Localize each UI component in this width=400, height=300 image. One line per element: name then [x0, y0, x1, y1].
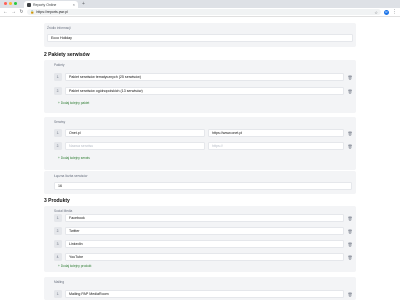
list-item: 1. Onet.pl https://www.onet.pl 🗑	[54, 129, 353, 137]
list-item: 3. LinkedIn 🗑	[54, 240, 353, 248]
list-item: 2. Pakiet serwisów ogólnopolskich (13 se…	[54, 87, 353, 95]
item-number: 1.	[54, 129, 62, 137]
back-icon[interactable]: ←	[3, 9, 8, 15]
lock-icon: 🔒	[30, 10, 35, 14]
source-input[interactable]: Ecco Holiday	[47, 34, 353, 42]
item-number: 1.	[54, 290, 62, 298]
package-input[interactable]: Pakiet serwisów tematycznych (25 serwisó…	[65, 73, 344, 81]
trash-icon[interactable]: 🗑	[347, 216, 353, 221]
product-input[interactable]: LinkedIn	[65, 240, 344, 248]
package-input[interactable]: Pakiet serwisów ogólnopolskich (13 serwi…	[65, 87, 344, 95]
trash-icon[interactable]: 🗑	[347, 131, 353, 136]
list-item: 4. YouTube 🗑	[54, 253, 353, 261]
source-label: Źródło informacji	[47, 26, 71, 30]
item-number: 1.	[54, 214, 62, 222]
services-label: Serwisy	[54, 120, 66, 124]
item-number: 3.	[54, 240, 62, 248]
tab-strip: Reporty Online × +	[0, 0, 400, 8]
minimize-window-button[interactable]	[9, 2, 12, 5]
service-url-input[interactable]: https://	[208, 142, 344, 150]
list-item: 1. Mailing PAP MediaRoom 🗑	[54, 290, 353, 298]
profile-avatar[interactable]: R	[384, 9, 389, 15]
new-tab-button[interactable]: +	[82, 1, 85, 7]
trash-icon[interactable]: 🗑	[347, 89, 353, 94]
service-count-label: Łączna liczba serwisów	[54, 174, 88, 178]
service-name-input[interactable]: Nazwa serwisu	[65, 142, 205, 150]
product-input[interactable]: Twitter	[65, 227, 344, 235]
packages-panel: Pakiety 1. Pakiet serwisów tematycznych …	[44, 60, 356, 113]
page-content: Źródło informacji Ecco Holiday 2 Pakiety…	[0, 17, 400, 300]
reload-icon[interactable]: ↻	[19, 9, 24, 15]
close-window-button[interactable]	[4, 2, 7, 5]
item-number: 4.	[54, 253, 62, 261]
browser-tab[interactable]: Reporty Online ×	[24, 1, 78, 8]
service-count-panel: Łączna liczba serwisów 16	[44, 171, 356, 194]
browser-menu-icon[interactable]: ⋮	[392, 9, 397, 15]
trash-icon[interactable]: 🗑	[347, 242, 353, 247]
mailing-label: Mailing	[54, 280, 65, 284]
product-input[interactable]: YouTube	[65, 253, 344, 261]
trash-icon[interactable]: 🗑	[347, 75, 353, 80]
tab-close-icon[interactable]: ×	[73, 2, 75, 7]
add-service-link[interactable]: + Dodaj kolejny serwis	[58, 156, 90, 160]
trash-icon[interactable]: 🗑	[347, 255, 353, 260]
section-2-title: 2 Pakiety serwisów	[44, 52, 90, 58]
favicon-icon	[27, 2, 31, 7]
social-media-label: Social Media	[54, 209, 73, 213]
tab-title: Reporty Online	[33, 2, 57, 7]
list-item: 2. Twitter 🗑	[54, 227, 353, 235]
item-number: 2.	[54, 142, 62, 150]
window-controls	[4, 2, 17, 5]
address-bar[interactable]: 🔒 https://reports.pwr.pl ☆	[27, 9, 381, 15]
list-item: 1. Pakiet serwisów tematycznych (25 serw…	[54, 73, 353, 81]
add-product-link[interactable]: + Dodaj kolejny produkt	[58, 264, 91, 268]
bookmark-star-icon[interactable]: ☆	[374, 10, 378, 15]
service-count-input[interactable]: 16	[54, 182, 352, 190]
item-number: 1.	[54, 73, 62, 81]
source-panel: Źródło informacji Ecco Holiday	[44, 23, 356, 47]
list-item: 2. Nazwa serwisu https:// 🗑	[54, 142, 353, 150]
social-media-panel: Social Media 1. Facebook 🗑 2. Twitter 🗑 …	[44, 206, 356, 272]
packages-label: Pakiety	[54, 63, 65, 67]
trash-icon[interactable]: 🗑	[347, 229, 353, 234]
add-package-link[interactable]: + Dodaj kolejny pakiet	[58, 101, 89, 105]
browser-toolbar: ← → ↻ 🔒 https://reports.pwr.pl ☆ R ⋮	[0, 8, 400, 17]
maximize-window-button[interactable]	[14, 2, 17, 5]
trash-icon[interactable]: 🗑	[347, 144, 353, 149]
mailing-panel: Mailing 1. Mailing PAP MediaRoom 🗑	[44, 277, 356, 300]
section-3-title: 3 Produkty	[44, 198, 70, 204]
mailing-input[interactable]: Mailing PAP MediaRoom	[65, 290, 344, 298]
item-number: 2.	[54, 87, 62, 95]
item-number: 2.	[54, 227, 62, 235]
services-panel: Serwisy 1. Onet.pl https://www.onet.pl 🗑…	[44, 117, 356, 170]
trash-icon[interactable]: 🗑	[347, 292, 353, 297]
product-input[interactable]: Facebook	[65, 214, 344, 222]
address-url: https://reports.pwr.pl	[36, 10, 68, 14]
service-name-input[interactable]: Onet.pl	[65, 129, 205, 137]
service-url-input[interactable]: https://www.onet.pl	[208, 129, 344, 137]
list-item: 1. Facebook 🗑	[54, 214, 353, 222]
forward-icon[interactable]: →	[11, 9, 16, 15]
